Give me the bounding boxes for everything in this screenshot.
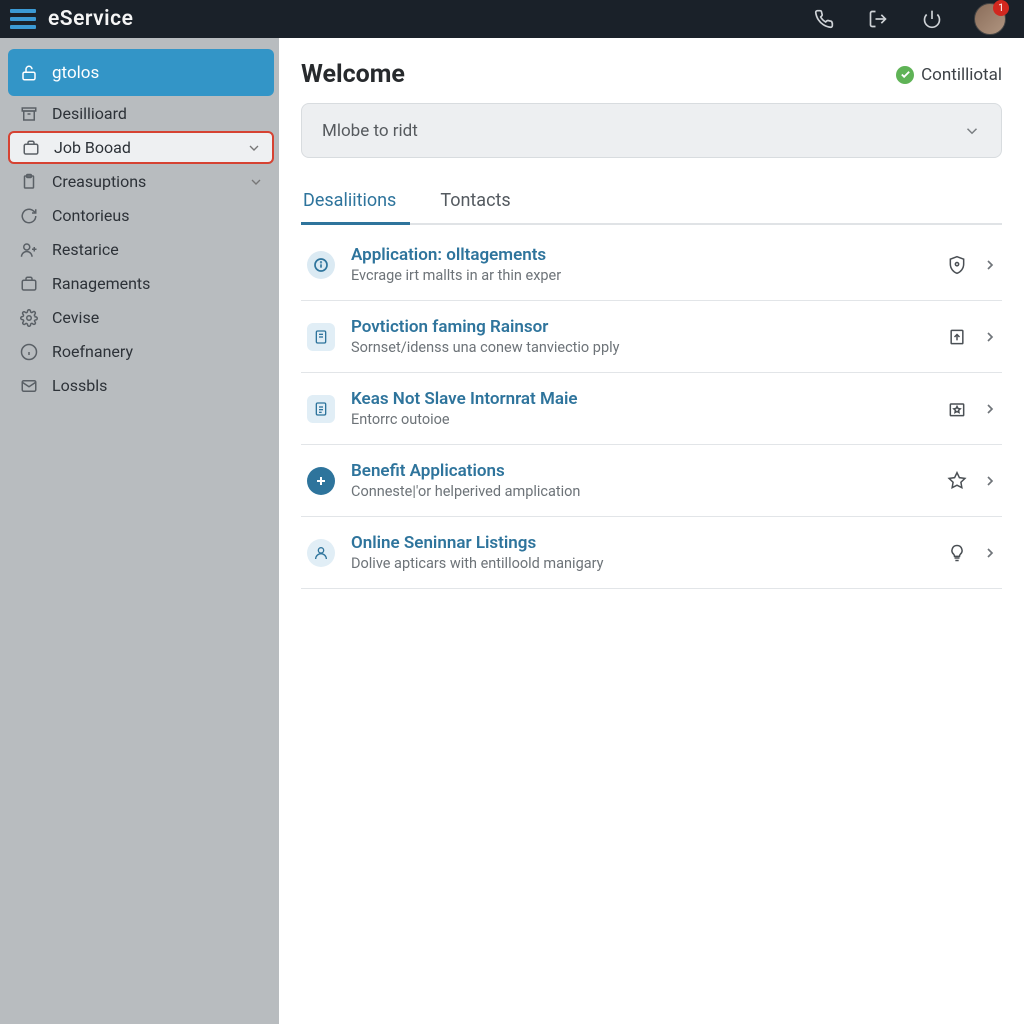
- chevron-right-icon: [982, 257, 998, 273]
- star-box-icon[interactable]: [946, 398, 968, 420]
- list-row-0[interactable]: Application: olltagements Evcrage irt mal…: [301, 229, 1002, 301]
- list-row-4[interactable]: Online Seninnar Listings Dolive apticars …: [301, 517, 1002, 589]
- chevron-down-icon: [246, 140, 262, 156]
- sidebar-item-label: Roefnanery: [52, 342, 133, 361]
- clipboard-icon: [18, 173, 40, 191]
- sidebar-item-2[interactable]: Creasuptions: [8, 165, 274, 198]
- row-subtitle: Sornset/idenss una conew tanviectio pply: [351, 339, 619, 356]
- chevron-right-icon: [982, 329, 998, 345]
- status-pill: Contilliotal: [896, 65, 1002, 85]
- sidebar-item-6[interactable]: Cevise: [8, 301, 274, 334]
- gear-icon: [18, 309, 40, 327]
- archive-icon: [18, 105, 40, 123]
- briefcase-icon: [20, 139, 42, 157]
- mail-icon: [18, 377, 40, 395]
- brand-title: eService: [48, 7, 133, 31]
- tabs: Desaliitions Tontacts: [301, 180, 1002, 225]
- briefcase-icon: [18, 275, 40, 293]
- exit-icon[interactable]: [866, 7, 890, 31]
- accordion-toggle[interactable]: Mlobe to ridt: [301, 103, 1002, 158]
- list-row-1[interactable]: Povtiction faming Rainsor Sornset/idenss …: [301, 301, 1002, 373]
- doc-lines-icon: [307, 323, 335, 351]
- row-subtitle: Evcrage irt mallts in ar thin exper: [351, 267, 561, 284]
- sidebar-item-label: Creasuptions: [52, 172, 146, 191]
- topbar: eService 1: [0, 0, 1024, 38]
- row-title: Online Seninnar Listings: [351, 533, 604, 553]
- row-title: Benefit Applications: [351, 461, 580, 481]
- chevron-right-icon: [982, 545, 998, 561]
- sidebar-item-label: Ranagements: [52, 274, 150, 293]
- shield-icon[interactable]: [946, 254, 968, 276]
- info-icon: [18, 343, 40, 361]
- list-row-3[interactable]: Benefit Applications Conneste|'or helperi…: [301, 445, 1002, 517]
- sidebar-header[interactable]: gtolos: [8, 49, 274, 96]
- sidebar-header-label: gtolos: [52, 63, 99, 83]
- lock-open-icon: [18, 64, 40, 82]
- sidebar-item-0[interactable]: Desillioard: [8, 97, 274, 130]
- user-icon: [307, 539, 335, 567]
- sidebar-item-7[interactable]: Roefnanery: [8, 335, 274, 368]
- sidebar-item-label: Contorieus: [52, 206, 129, 225]
- chevron-down-icon: [248, 174, 264, 190]
- accordion-label: Mlobe to ridt: [322, 121, 418, 141]
- chevron-right-icon: [982, 473, 998, 489]
- sidebar-item-8[interactable]: Lossbls: [8, 369, 274, 402]
- sidebar-item-label: Lossbls: [52, 376, 107, 395]
- row-title: Keas Not Slave Intornrat Maie: [351, 389, 578, 409]
- sidebar-item-label: Cevise: [52, 308, 99, 327]
- sidebar-item-4[interactable]: Restarice: [8, 233, 274, 266]
- menu-toggle-icon[interactable]: [10, 9, 36, 29]
- sidebar-item-1[interactable]: Job Booad: [8, 131, 274, 164]
- tab-1[interactable]: Tontacts: [438, 180, 524, 223]
- check-circle-icon: [896, 66, 914, 84]
- row-title: Povtiction faming Rainsor: [351, 317, 619, 337]
- list-row-2[interactable]: Keas Not Slave Intornrat Maie Entorrc out…: [301, 373, 1002, 445]
- power-icon[interactable]: [920, 7, 944, 31]
- sidebar-item-label: Job Booad: [54, 138, 131, 157]
- sidebar-item-3[interactable]: Contorieus: [8, 199, 274, 232]
- row-subtitle: Dolive apticars with entilloold manigary: [351, 555, 604, 572]
- sidebar-item-label: Restarice: [52, 240, 119, 259]
- plus-icon: [307, 467, 335, 495]
- doc-icon: [307, 395, 335, 423]
- sidebar-item-5[interactable]: Ranagements: [8, 267, 274, 300]
- sidebar: gtolos Desillioard Job Booad Creasuptions C…: [0, 38, 279, 1024]
- topbar-icons: 1: [812, 3, 1014, 35]
- avatar[interactable]: 1: [974, 3, 1006, 35]
- star-icon[interactable]: [946, 470, 968, 492]
- chevron-right-icon: [982, 401, 998, 417]
- row-subtitle: Conneste|'or helperived amplication: [351, 483, 580, 500]
- chevron-down-icon: [963, 122, 981, 140]
- tab-0[interactable]: Desaliitions: [301, 180, 410, 223]
- sidebar-item-label: Desillioard: [52, 104, 127, 123]
- refresh-icon: [18, 207, 40, 225]
- plus-person-icon: [18, 241, 40, 259]
- row-title: Application: olltagements: [351, 245, 561, 265]
- bulb-icon[interactable]: [946, 542, 968, 564]
- doc-up-icon[interactable]: [946, 326, 968, 348]
- row-subtitle: Entorrc outoioe: [351, 411, 578, 428]
- page-title: Welcome: [301, 60, 405, 89]
- status-label: Contilliotal: [921, 65, 1002, 85]
- info-icon: [307, 251, 335, 279]
- notification-badge: 1: [993, 0, 1009, 16]
- main-content: Welcome Contilliotal Mlobe to ridt Desal…: [279, 38, 1024, 1024]
- phone-icon[interactable]: [812, 7, 836, 31]
